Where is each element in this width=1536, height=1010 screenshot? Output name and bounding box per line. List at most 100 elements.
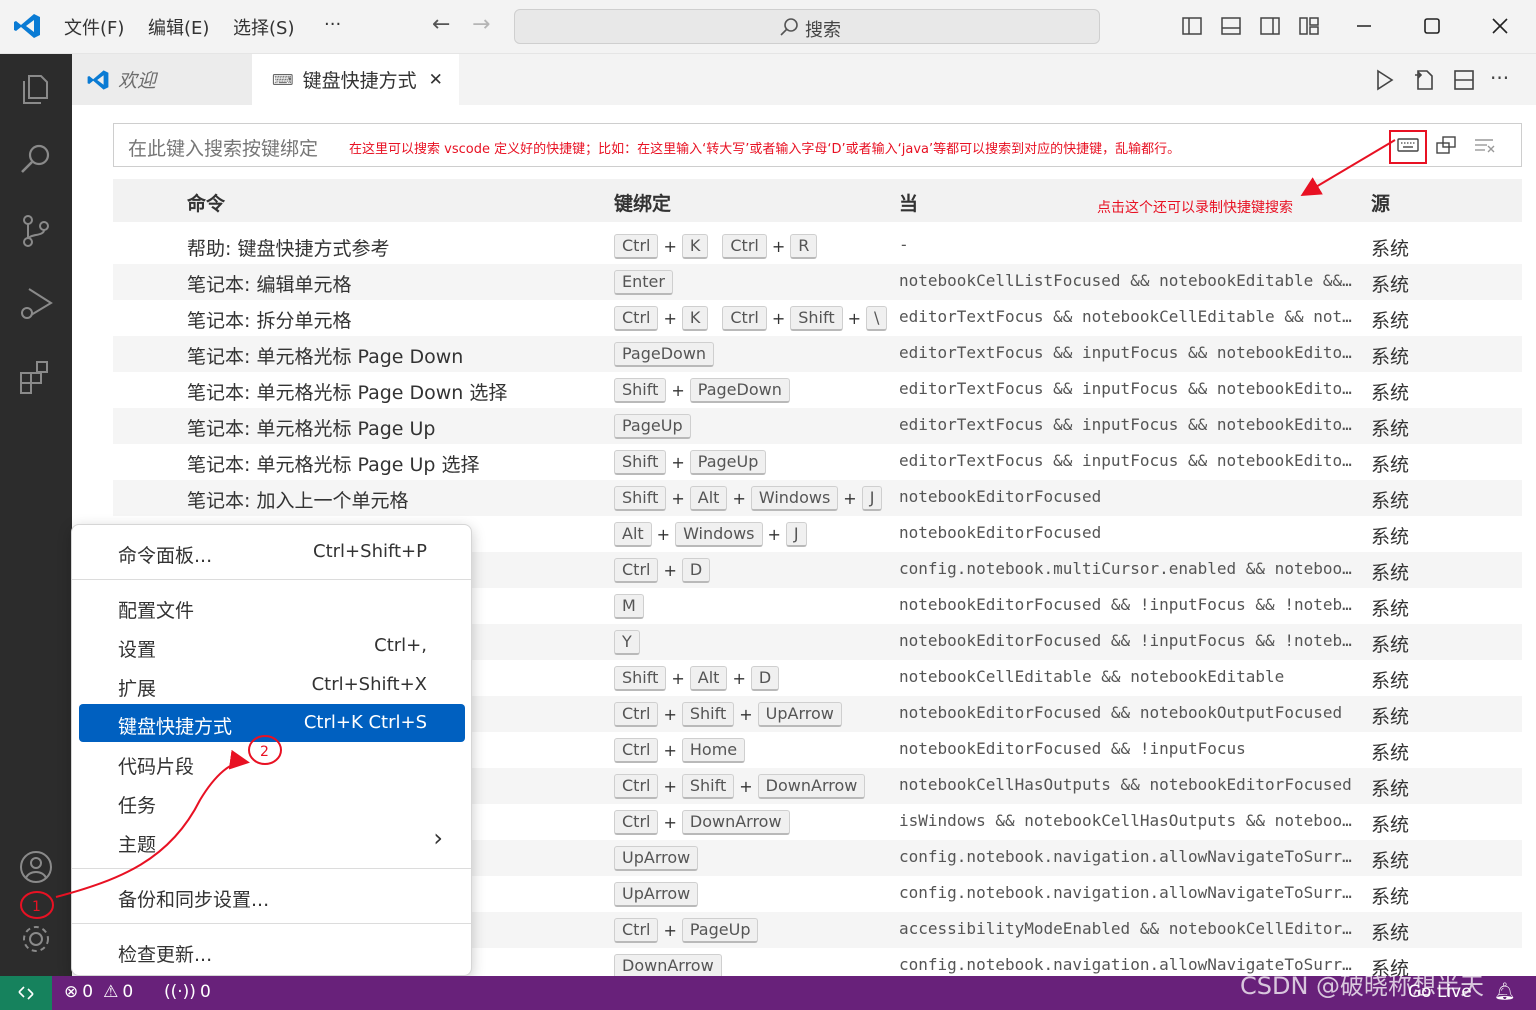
back-arrow-icon[interactable]: ← xyxy=(432,12,450,37)
source-cell: 系统 xyxy=(1371,526,1410,548)
keybinding-search-input[interactable]: 在此键入搜索按键绑定 在这里可以搜索 vscode 定义好的快捷键；比如：在这里… xyxy=(113,123,1522,167)
menu-separator xyxy=(72,579,471,580)
source-cell: 系统 xyxy=(1371,850,1410,872)
key-plus: + xyxy=(671,668,685,688)
keybinding-cell: Ctrl + D xyxy=(614,556,711,584)
manage-gear-icon[interactable] xyxy=(17,920,55,958)
maximize-button[interactable] xyxy=(1414,8,1450,44)
menu-item-command-palette[interactable]: 命令面板... Ctrl+Shift+P xyxy=(79,533,465,571)
when-cell: notebookEditorFocused && notebookOutputF… xyxy=(899,703,1343,722)
annotation-record: 点击这个还可以录制快捷键搜索 xyxy=(1097,200,1293,216)
key-plus: + xyxy=(767,524,781,544)
open-json-icon[interactable] xyxy=(1412,68,1436,92)
search-view-icon[interactable] xyxy=(17,140,55,178)
menu-item-backup-sync[interactable]: 备份和同步设置... xyxy=(79,877,465,915)
menu-item-extensions[interactable]: 扩展 Ctrl+Shift+X xyxy=(79,666,465,704)
header-source: 源 xyxy=(1371,193,1391,215)
problems-indicator[interactable]: ⊗ 0 ⚠ 0 xyxy=(64,982,133,1002)
command-cell: 笔记本: 单元格光标 Page Up xyxy=(187,418,436,440)
key-cap: Enter xyxy=(614,269,673,295)
key-cap: Alt xyxy=(689,665,728,691)
keybinding-cell: UpArrow xyxy=(614,844,699,872)
tab-label: 欢迎 xyxy=(118,70,157,92)
table-row[interactable]: 笔记本: 单元格光标 Page Down PageDown editorTextFo… xyxy=(113,336,1522,372)
menu-item-shortcut: Ctrl+Shift+P xyxy=(313,541,427,562)
table-row[interactable]: 笔记本: 单元格光标 Page Up 选择 Shift + PageUp editorT… xyxy=(113,444,1522,480)
record-keys-keyboard-icon[interactable] xyxy=(1396,134,1420,156)
clear-filter-icon[interactable] xyxy=(1472,134,1496,156)
table-header: 命令 键绑定 当 源 xyxy=(113,179,1522,222)
table-row[interactable]: 帮助: 键盘快捷方式参考 Ctrl + K Ctrl + R - 系统 xyxy=(113,228,1522,264)
table-row[interactable]: 笔记本: 拆分单元格 Ctrl + K Ctrl + Shift + \ editorTextFo… xyxy=(113,300,1522,336)
menu-selection[interactable]: 选择(S) xyxy=(233,14,294,40)
key-cap: Y xyxy=(614,629,640,655)
toggle-panel-icon[interactable] xyxy=(1220,15,1242,37)
when-cell: editorTextFocus && notebookCellEditable … xyxy=(899,307,1352,326)
when-cell: accessibilityModeEnabled && notebookCell… xyxy=(899,919,1352,938)
more-actions-icon[interactable]: ··· xyxy=(1490,66,1509,90)
table-row[interactable]: 笔记本: 加入上一个单元格 Shift + Alt + Windows + Jnotebook… xyxy=(113,480,1522,516)
menu-item-shortcut: Ctrl+Shift+X xyxy=(311,674,427,695)
tab-welcome[interactable]: 欢迎 xyxy=(72,54,252,105)
key-cap: Ctrl xyxy=(614,305,659,331)
source-cell: 系统 xyxy=(1371,742,1410,764)
menu-item-label: 扩展 xyxy=(118,678,157,700)
sort-by-precedence-icon[interactable] xyxy=(1434,134,1458,156)
extensions-icon[interactable] xyxy=(17,358,55,396)
table-row[interactable]: 笔记本: 编辑单元格 Enter notebookCellListFocused &… xyxy=(113,264,1522,300)
key-cap: DownArrow xyxy=(614,953,722,979)
header-command: 命令 xyxy=(187,193,226,215)
source-cell: 系统 xyxy=(1371,274,1410,296)
menu-item-profiles[interactable]: 配置文件 xyxy=(79,588,465,626)
command-center-search[interactable]: 搜索 xyxy=(514,9,1100,44)
key-cap: Shift xyxy=(614,377,667,403)
close-tab-icon[interactable]: ✕ xyxy=(429,70,443,90)
source-cell: 系统 xyxy=(1371,346,1410,368)
keybinding-cell: M xyxy=(614,592,644,620)
notifications-bell-icon[interactable]: 🔔︎ xyxy=(1494,982,1516,1002)
keybinding-cell: UpArrow xyxy=(614,880,699,908)
table-row[interactable]: 笔记本: 单元格光标 Page Up PageUp editorTextFocus … xyxy=(113,408,1522,444)
source-control-icon[interactable] xyxy=(17,212,55,250)
when-cell: notebookEditorFocused xyxy=(899,523,1102,542)
menu-item-check-updates[interactable]: 检查更新... xyxy=(79,932,465,970)
toggle-secondary-sidebar-icon[interactable] xyxy=(1259,15,1281,37)
key-cap: PageUp xyxy=(614,413,691,439)
menu-item-tasks[interactable]: 任务 xyxy=(79,783,465,821)
menu-item-keyboard-shortcuts[interactable]: 键盘快捷方式 Ctrl+K Ctrl+S xyxy=(79,704,465,742)
run-debug-icon[interactable] xyxy=(17,284,55,322)
manage-context-menu: 命令面板... Ctrl+Shift+P 配置文件 设置 Ctrl+, 扩展 C… xyxy=(71,524,472,976)
menu-edit[interactable]: 编辑(E) xyxy=(148,14,209,40)
menu-item-themes[interactable]: 主题 › xyxy=(79,822,465,860)
when-cell: notebookEditorFocused && !inputFocus && … xyxy=(899,631,1352,650)
key-cap: Ctrl xyxy=(614,809,659,835)
source-cell: 系统 xyxy=(1371,454,1410,476)
toggle-sidebar-icon[interactable] xyxy=(1181,15,1203,37)
key-plus: + xyxy=(732,668,746,688)
explorer-icon[interactable] xyxy=(17,70,55,108)
run-icon[interactable] xyxy=(1372,68,1396,92)
when-cell: editorTextFocus && inputFocus && noteboo… xyxy=(899,379,1352,398)
minimize-button[interactable] xyxy=(1346,8,1382,44)
tab-keyboard-shortcuts[interactable]: ⌨ 键盘快捷方式 ✕ xyxy=(252,54,459,105)
key-plus: + xyxy=(663,560,677,580)
forward-arrow-icon[interactable]: → xyxy=(472,12,490,37)
key-plus: + xyxy=(671,488,685,508)
key-plus: + xyxy=(671,452,685,472)
split-editor-icon[interactable] xyxy=(1452,68,1476,92)
ports-indicator[interactable]: ((·)) 0 xyxy=(164,982,211,1002)
maximize-icon xyxy=(1424,18,1440,34)
menu-file[interactable]: 文件(F) xyxy=(64,14,124,40)
annotation-note: 在这里可以搜索 vscode 定义好的快捷键；比如：在这里输入‘转大写’或者输入… xyxy=(349,142,1181,157)
menu-item-settings[interactable]: 设置 Ctrl+, xyxy=(79,627,465,665)
key-plus: + xyxy=(663,920,677,940)
menu-separator xyxy=(72,868,471,869)
customize-layout-icon[interactable] xyxy=(1298,15,1320,37)
menu-item-label: 任务 xyxy=(118,795,157,817)
account-icon[interactable] xyxy=(17,848,55,886)
table-row[interactable]: 笔记本: 单元格光标 Page Down 选择 Shift + PageDown edi… xyxy=(113,372,1522,408)
menu-more[interactable]: ··· xyxy=(324,14,341,35)
remote-indicator[interactable] xyxy=(0,976,52,1010)
close-window-button[interactable] xyxy=(1482,8,1518,44)
menu-item-snippets[interactable]: 代码片段 xyxy=(79,744,465,782)
